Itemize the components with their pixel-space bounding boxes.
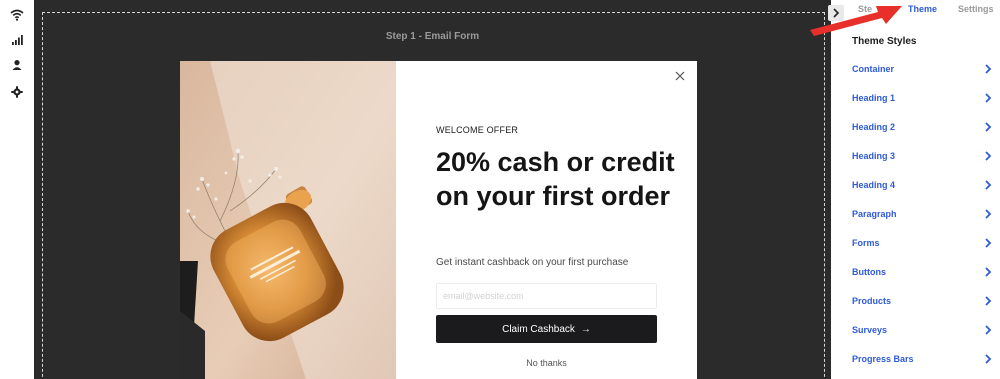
style-item-heading-1[interactable]: Heading 1	[844, 83, 1000, 112]
wifi-icon[interactable]	[9, 7, 25, 23]
analytics-icon[interactable]	[9, 32, 25, 48]
popup-content: WELCOME OFFER 20% cash or credit on your…	[396, 61, 697, 379]
style-item-label: Progress Bars	[852, 353, 914, 364]
style-item-heading-4[interactable]: Heading 4	[844, 170, 1000, 199]
editor-canvas: Step 1 - Email Form WELCOME OFFER 20% ca…	[34, 0, 831, 379]
gear-icon[interactable]	[9, 84, 25, 100]
claim-cashback-label: Claim Cashback	[502, 323, 575, 335]
style-item-forms[interactable]: Forms	[844, 228, 1000, 257]
style-item-label: Container	[852, 63, 895, 74]
no-thanks-link[interactable]: No thanks	[436, 358, 657, 368]
close-icon[interactable]	[673, 69, 687, 83]
offer-eyebrow: WELCOME OFFER	[436, 125, 519, 135]
theme-styles-list: Container Heading 1 Heading 2 Heading 3 …	[844, 54, 1000, 373]
user-icon[interactable]	[9, 57, 25, 73]
popup-preview[interactable]: WELCOME OFFER 20% cash or credit on your…	[180, 61, 697, 379]
style-item-paragraph[interactable]: Paragraph	[844, 199, 1000, 228]
panel-tabs: Ste Theme Settings	[844, 0, 1000, 20]
claim-cashback-button[interactable]: Claim Cashback →	[436, 315, 657, 343]
offer-headline: 20% cash or credit on your first order	[436, 147, 675, 211]
style-item-buttons[interactable]: Buttons	[844, 257, 1000, 286]
style-item-label: Heading 1	[852, 92, 896, 103]
style-item-surveys[interactable]: Surveys	[844, 315, 1000, 344]
tab-steps[interactable]: Ste	[858, 4, 872, 14]
tab-theme[interactable]: Theme	[908, 4, 937, 14]
style-item-label: Paragraph	[852, 208, 897, 219]
step-title: Step 1 - Email Form	[385, 31, 480, 42]
email-field[interactable]	[436, 283, 657, 309]
style-item-label: Products	[852, 295, 892, 306]
chevron-right-icon	[985, 151, 992, 161]
style-item-progress-bars[interactable]: Progress Bars	[844, 344, 1000, 373]
chevron-right-icon	[985, 64, 992, 74]
chevron-right-icon	[985, 122, 992, 132]
offer-subtext: Get instant cashback on your first purch…	[436, 257, 629, 268]
theme-styles-title: Theme Styles	[852, 36, 917, 47]
chevron-right-icon	[985, 354, 992, 364]
style-item-label: Buttons	[852, 266, 886, 277]
style-item-label: Heading 3	[852, 150, 896, 161]
chevron-right-icon	[985, 325, 992, 335]
style-item-label: Heading 4	[852, 179, 896, 190]
style-item-label: Surveys	[852, 324, 888, 335]
style-item-heading-2[interactable]: Heading 2	[844, 112, 1000, 141]
app-window: Step 1 - Email Form WELCOME OFFER 20% ca…	[0, 0, 1000, 379]
chevron-right-icon	[985, 238, 992, 248]
chevron-right-icon	[985, 296, 992, 306]
chevron-right-icon	[985, 209, 992, 219]
collapse-panel-button[interactable]	[828, 5, 844, 21]
perfume-image	[180, 61, 396, 379]
chevron-right-icon	[985, 180, 992, 190]
chevron-right-icon	[985, 93, 992, 103]
style-item-container[interactable]: Container	[844, 54, 1000, 83]
arrow-right-icon: →	[580, 323, 591, 335]
tab-settings[interactable]: Settings	[958, 4, 994, 14]
style-item-label: Heading 2	[852, 121, 896, 132]
chevron-right-icon	[833, 8, 840, 18]
style-item-products[interactable]: Products	[844, 286, 1000, 315]
theme-panel: Ste Theme Settings Theme Styles Containe…	[844, 0, 1000, 379]
style-item-label: Forms	[852, 237, 880, 248]
style-item-heading-3[interactable]: Heading 3	[844, 141, 1000, 170]
left-rail	[0, 0, 34, 379]
chevron-right-icon	[985, 267, 992, 277]
